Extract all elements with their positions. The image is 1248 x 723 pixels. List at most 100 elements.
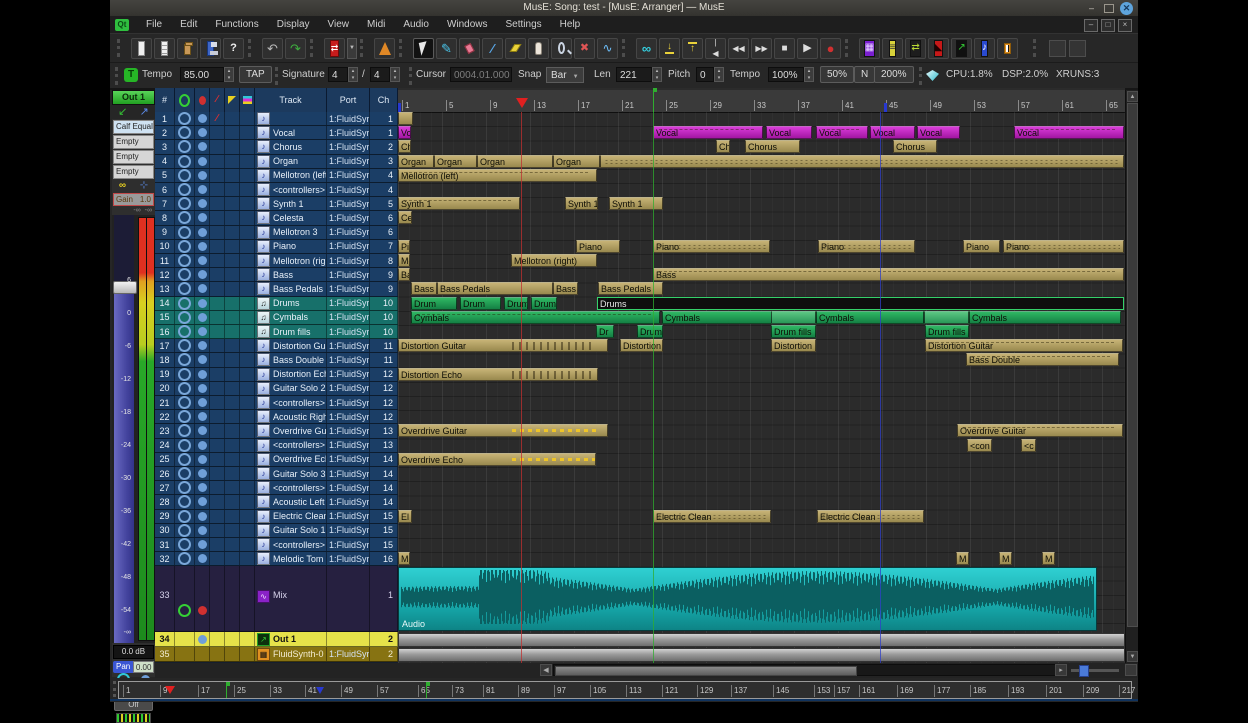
track-row[interactable]: 26♪Guitar Solo 31:FluidSyr14: [155, 467, 398, 481]
monitor-toggle[interactable]: [178, 353, 191, 366]
arranger-part[interactable]: [398, 112, 413, 125]
monitor-toggle[interactable]: [178, 268, 191, 281]
arranger-part[interactable]: Distortion: [771, 339, 816, 352]
marker-tool-button[interactable]: [505, 38, 526, 59]
undo-button[interactable]: ↶: [262, 38, 283, 59]
track-row[interactable]: 28♪Acoustic Left1:FluidSyr14: [155, 495, 398, 509]
arranger-part[interactable]: El: [398, 510, 412, 523]
record-arm-toggle[interactable]: [198, 327, 207, 336]
arranger-part[interactable]: Drum fills: [771, 325, 816, 338]
menu-item-midi[interactable]: Midi: [358, 19, 394, 30]
arranger-part[interactable]: Vocal: [917, 126, 960, 139]
pitch-spinner[interactable]: ▴▾: [714, 67, 724, 82]
timeline-ruler[interactable]: 1591317212529333741454953576165: [398, 90, 1125, 113]
track-row[interactable]: 2♪Vocal1:FluidSyr1: [155, 126, 398, 140]
overview-playhead-marker[interactable]: [165, 686, 175, 694]
arranger-part[interactable]: Cymbals: [411, 311, 660, 324]
arranger-part[interactable]: Overdrive Guitar: [398, 424, 608, 437]
arranger-part[interactable]: Bass: [653, 268, 1124, 281]
monitor-toggle[interactable]: [178, 254, 191, 267]
effect-slot[interactable]: Calf Equali:: [113, 120, 154, 134]
header-color-icon[interactable]: [240, 88, 255, 112]
monitor-toggle[interactable]: [178, 495, 191, 508]
whats-this-button[interactable]: ?: [223, 38, 244, 59]
monitor-toggle[interactable]: [178, 524, 191, 537]
zoom-tool-button[interactable]: [551, 38, 572, 59]
track-row[interactable]: 33∿Mix1: [155, 566, 398, 632]
track-row[interactable]: 3♪Chorus1:FluidSyr2: [155, 140, 398, 154]
gain-control[interactable]: Gain 1.0: [113, 193, 154, 206]
track-row[interactable]: 18♪Bass Double1:FluidSyr11: [155, 353, 398, 367]
input-routing-icon[interactable]: ↙: [118, 107, 127, 118]
monitor-toggle[interactable]: [178, 604, 191, 617]
zoom-slider-handle[interactable]: [1079, 665, 1089, 677]
arranger-part[interactable]: Ce: [398, 211, 412, 224]
monitor-toggle[interactable]: [178, 211, 191, 224]
arranger-part[interactable]: Me: [398, 254, 410, 267]
arranger-part[interactable]: Electric Clean: [653, 510, 771, 523]
eraser-tool-button[interactable]: [459, 38, 480, 59]
track-row[interactable]: 19♪Distortion Echo1:FluidSyr12: [155, 368, 398, 382]
record-arm-toggle[interactable]: [198, 384, 207, 393]
track-row[interactable]: 6♪<controllers>1:FluidSyr4: [155, 183, 398, 197]
list-editor-button[interactable]: ≡: [882, 38, 903, 59]
arranger-part[interactable]: Piano: [963, 240, 1000, 253]
track-row[interactable]: 21♪<controllers>1:FluidSyr12: [155, 396, 398, 410]
track-row[interactable]: 1∕♪1:FluidSyr1: [155, 112, 398, 126]
arranger-part[interactable]: Piano: [576, 240, 620, 253]
mdi-restore-icon[interactable]: □: [1101, 19, 1115, 32]
arranger-part[interactable]: Piano: [818, 240, 915, 253]
menu-item-functions[interactable]: Functions: [206, 19, 267, 30]
redo-button[interactable]: ↷: [285, 38, 306, 59]
arranger-part[interactable]: Ch: [716, 140, 730, 153]
play-button[interactable]: ▶: [797, 38, 818, 59]
monitor-toggle[interactable]: [178, 382, 191, 395]
stop-button[interactable]: ■: [774, 38, 795, 59]
horizontal-scroll-thumb[interactable]: [555, 666, 857, 676]
arranger-part[interactable]: Drum fills: [925, 325, 969, 338]
monitor-toggle[interactable]: [178, 439, 191, 452]
toolbar-handle[interactable]: [117, 39, 125, 57]
header-ch[interactable]: Ch: [370, 88, 398, 112]
track-row[interactable]: 13♪Bass Pedals1:FluidSyr9: [155, 282, 398, 296]
track-row[interactable]: 9♪Mellotron 31:FluidSyr6: [155, 226, 398, 240]
save-button[interactable]: [200, 38, 221, 59]
arranger-part[interactable]: Vo: [398, 126, 411, 139]
arranger-part[interactable]: Piano: [653, 240, 770, 253]
pan-button[interactable]: Pan: [113, 661, 133, 673]
arranger-part[interactable]: <c: [1021, 439, 1036, 452]
monitor-toggle[interactable]: [178, 510, 191, 523]
menu-item-windows[interactable]: Windows: [438, 19, 497, 30]
arranger-part[interactable]: Synth 1: [609, 197, 663, 210]
audio-part[interactable]: Audio: [398, 567, 1097, 631]
record-arm-toggle[interactable]: [198, 171, 207, 180]
signature-denominator-spinner[interactable]: ▴▾: [390, 67, 400, 82]
arranger-part[interactable]: [600, 155, 1124, 168]
title-bar[interactable]: MusE: Song: test - [MusE: Arranger] — Mu…: [110, 0, 1138, 16]
punch-in-button[interactable]: ↓: [659, 38, 680, 59]
menu-item-view[interactable]: View: [319, 19, 359, 30]
monitor-toggle[interactable]: [178, 240, 191, 253]
arranger-part[interactable]: Distortion: [620, 339, 663, 352]
menu-item-edit[interactable]: Edit: [171, 19, 206, 30]
arranger-part[interactable]: Overdrive Echo: [398, 453, 596, 466]
header-class-icon[interactable]: [225, 88, 240, 112]
record-arm-toggle[interactable]: [198, 635, 207, 644]
panel-config-button[interactable]: [1049, 40, 1066, 57]
arranger-part[interactable]: <con: [967, 439, 992, 452]
snap-combo[interactable]: Bar▼: [546, 67, 584, 83]
record-arm-toggle[interactable]: [198, 469, 207, 478]
arranger-part[interactable]: Ba: [398, 268, 410, 281]
arranger-part[interactable]: Bass Double: [966, 353, 1119, 366]
track-row[interactable]: 12♪Bass1:FluidSyr9: [155, 268, 398, 282]
restore-button[interactable]: [1104, 4, 1114, 13]
header-monitor-icon[interactable]: [175, 88, 195, 112]
monitor-toggle[interactable]: [178, 226, 191, 239]
record-arm-toggle[interactable]: [198, 412, 207, 421]
arranger-part[interactable]: Distortion Guitar: [398, 339, 608, 352]
arranger-part[interactable]: Bass: [553, 282, 578, 295]
arranger-part[interactable]: Piano: [1003, 240, 1124, 253]
arranger-part[interactable]: Drum: [531, 297, 557, 310]
record-arm-toggle[interactable]: [198, 114, 207, 123]
track-row[interactable]: 16♫Drum fills1:FluidSyr10: [155, 325, 398, 339]
